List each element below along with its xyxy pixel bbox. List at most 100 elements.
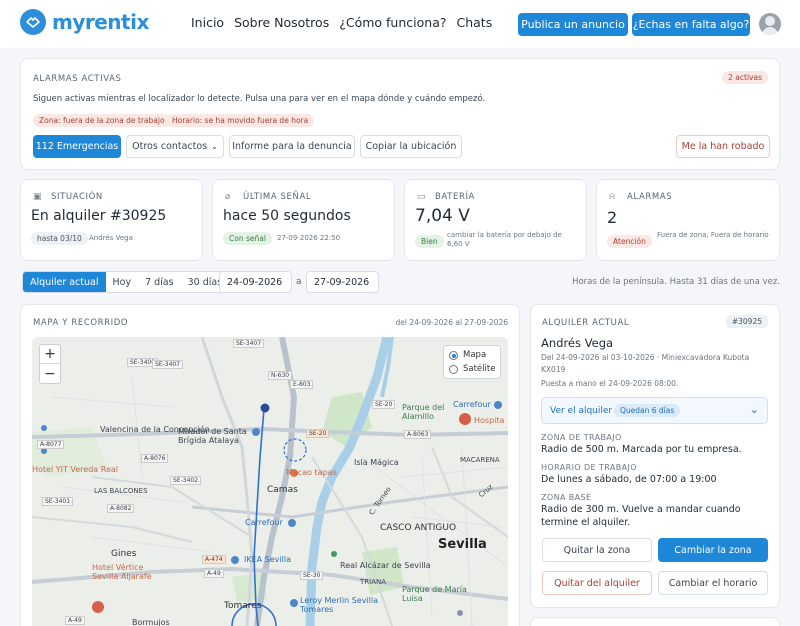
- signal-value: hace 50 segundos: [223, 208, 351, 224]
- battery-value: 7,04 V: [415, 206, 470, 226]
- range-7-days[interactable]: 7 días: [138, 272, 181, 292]
- layer-label-satellite: Satélite: [463, 364, 496, 374]
- nav-item-como-funciona[interactable]: ¿Cómo funciona?: [339, 15, 446, 30]
- publish-listing-button[interactable]: Publica un anuncio: [518, 13, 628, 36]
- alarms-stat-note: Fuera de zona, Fuera de horario: [657, 231, 769, 239]
- copy-location-button[interactable]: Copiar la ubicación: [360, 135, 462, 158]
- remove-zone-button[interactable]: Quitar la zona: [542, 538, 652, 562]
- user-avatar[interactable]: [759, 13, 781, 35]
- alarms-description: Siguen activas mientras el localizador l…: [33, 94, 486, 104]
- road-label: SE-3402: [170, 476, 202, 485]
- alarm-tag-schedule[interactable]: Horario: se ha movido fuera de hora: [166, 114, 315, 127]
- situation-badge: hasta 03/10: [31, 232, 88, 245]
- bell-icon: ⍾: [609, 192, 615, 202]
- map-label-hotel-yit: Hotel YIT Vereda Real: [32, 465, 118, 474]
- road-label: A-8077: [37, 440, 65, 449]
- zoom-in-button[interactable]: +: [40, 345, 60, 364]
- battery-icon: ▭: [417, 192, 426, 202]
- date-from-input[interactable]: 24-09-2026: [219, 271, 292, 293]
- map-label-sevilla: Sevilla: [438, 537, 487, 552]
- remaining-days-badge: Quedan 6 días: [614, 404, 681, 417]
- map-label-macao: Macao tapas: [286, 468, 337, 477]
- view-rental-toggle[interactable]: Ver el alquiler Quedan 6 días ⌄: [541, 397, 768, 424]
- map-label-real-alcazar: Real Alcázar de Sevilla: [340, 561, 431, 570]
- change-zone-button[interactable]: Cambiar la zona: [658, 538, 768, 562]
- map-zoom-controls: + −: [39, 344, 61, 384]
- road-label: SE-20: [372, 400, 396, 409]
- signal-title: Última señal: [243, 192, 312, 202]
- road-label: A-49: [65, 616, 85, 625]
- road-label: SE-3407: [233, 339, 265, 348]
- layer-radio-satellite[interactable]: [449, 365, 458, 374]
- alarms-stat-card: ⍾ Alarmas 2 Atención Fuera de zona, Fuer…: [596, 179, 780, 261]
- map-label-gines: Gines: [111, 549, 137, 559]
- map-label-balcones: LAS BALCONES: [94, 487, 148, 495]
- map-label-leroy: Leroy Merlin Sevilla Tomares: [300, 596, 378, 614]
- range-today[interactable]: Hoy: [106, 272, 139, 292]
- other-contacts-label: Otros contactos: [132, 141, 208, 152]
- map-label-triana: TRIANA: [360, 578, 387, 586]
- main-nav: Inicio Sobre Nosotros ¿Cómo funciona? Ch…: [191, 15, 492, 30]
- battery-title: Batería: [435, 192, 475, 202]
- report-button[interactable]: Informe para la denuncia: [229, 135, 355, 158]
- map-label-hospital: Hospita: [474, 416, 505, 425]
- battery-card: ▭ Batería 7,04 V Bien cambiar la batería…: [404, 179, 587, 261]
- active-alarms-card: Alarmas activas 2 activas Siguen activas…: [20, 58, 780, 170]
- top-bar: myrentix Inicio Sobre Nosotros ¿Cómo fun…: [0, 0, 800, 48]
- alarms-stat-badge: Atención: [607, 235, 652, 248]
- map-label-macarena: MACARENA: [460, 456, 500, 464]
- alarms-stat-value: 2: [607, 208, 618, 227]
- date-to-input[interactable]: 27-09-2026: [306, 271, 379, 293]
- map-label-hotel-vertice: Hotel Vértice Sevilla Aljarafe: [92, 563, 152, 581]
- report-stolen-button[interactable]: Me la han robado: [676, 135, 770, 158]
- battery-note: cambiar la batería por debajo de 6,60 V: [447, 231, 562, 248]
- situation-title: Situación: [51, 192, 103, 202]
- map-label-carrefour-north: Carrefour: [453, 400, 491, 409]
- map-view[interactable]: Valencina de la Concepción Mirador de Sa…: [32, 337, 508, 626]
- nav-item-inicio[interactable]: Inicio: [191, 15, 224, 30]
- feedback-button[interactable]: ¿Echas en falta algo?: [632, 13, 750, 36]
- road-label: N-630: [268, 371, 293, 380]
- emergency-112-button[interactable]: 112 Emergencias: [33, 135, 121, 158]
- map-label-ikea: IKEA Sevilla: [244, 555, 291, 564]
- remove-from-rental-button[interactable]: Quitar del alquiler: [542, 571, 652, 595]
- road-label: SE-3401: [42, 497, 74, 506]
- brand-name: myrentix: [52, 10, 149, 34]
- work-zone-value: Radio de 500 m. Marcada por tu empresa.: [541, 444, 742, 455]
- alarm-tag-zone[interactable]: Zona: fuera de la zona de trabajo: [33, 114, 171, 127]
- map-label-casco-antiguo: CASCO ANTIGUO: [380, 523, 457, 533]
- alarms-count-badge: 2 activas: [722, 71, 768, 84]
- zoom-out-button[interactable]: −: [40, 364, 60, 383]
- other-contacts-dropdown[interactable]: Otros contactos ⌄: [126, 135, 224, 158]
- map-layer-switcher: Mapa Satélite: [443, 345, 501, 379]
- chevron-down-icon: ⌄: [211, 142, 218, 151]
- situation-value: En alquiler #30925: [31, 208, 167, 224]
- last-signal-card: ⌀ Última señal hace 50 segundos Con seña…: [212, 179, 395, 261]
- schedule-label: Horario de trabajo: [541, 463, 637, 472]
- map-label-camas: Camas: [267, 485, 298, 495]
- chevron-down-icon: ⌄: [749, 403, 759, 416]
- map-label-bormujos: Bormujos: [132, 618, 170, 626]
- road-label: SE-20: [306, 429, 330, 438]
- situation-note: Andrés Vega: [89, 234, 133, 242]
- map-label-tomares: Tomares: [224, 601, 262, 611]
- map-canvas: [32, 337, 508, 626]
- nav-item-chats[interactable]: Chats: [456, 15, 492, 30]
- timezone-hint: Horas de la península. Hasta 31 días de …: [572, 277, 780, 287]
- change-schedule-button[interactable]: Cambiar el horario: [658, 571, 768, 595]
- road-label: E-803: [290, 380, 314, 389]
- map-label-parque-maria-luisa: Parque de María Luisa: [402, 585, 467, 603]
- brand-logo[interactable]: myrentix: [20, 9, 149, 35]
- rental-details: Del 24-09-2026 al 03-10-2026 · Miniexcav…: [541, 353, 750, 374]
- layer-radio-map[interactable]: [449, 351, 458, 360]
- nav-item-sobre-nosotros[interactable]: Sobre Nosotros: [234, 15, 329, 30]
- rental-title: Alquiler actual: [542, 318, 630, 328]
- next-card: [530, 617, 780, 626]
- road-label: SE-3407: [152, 360, 184, 369]
- alarms-title: Alarmas activas: [33, 74, 122, 84]
- range-current-rental[interactable]: Alquiler actual: [23, 272, 106, 292]
- road-label: A-474: [202, 555, 226, 564]
- base-zone-value: Radio de 300 m. Vuelve a mandar cuando t…: [541, 504, 741, 528]
- layer-label-map: Mapa: [463, 350, 487, 360]
- work-zone-label: Zona de trabajo: [541, 433, 622, 442]
